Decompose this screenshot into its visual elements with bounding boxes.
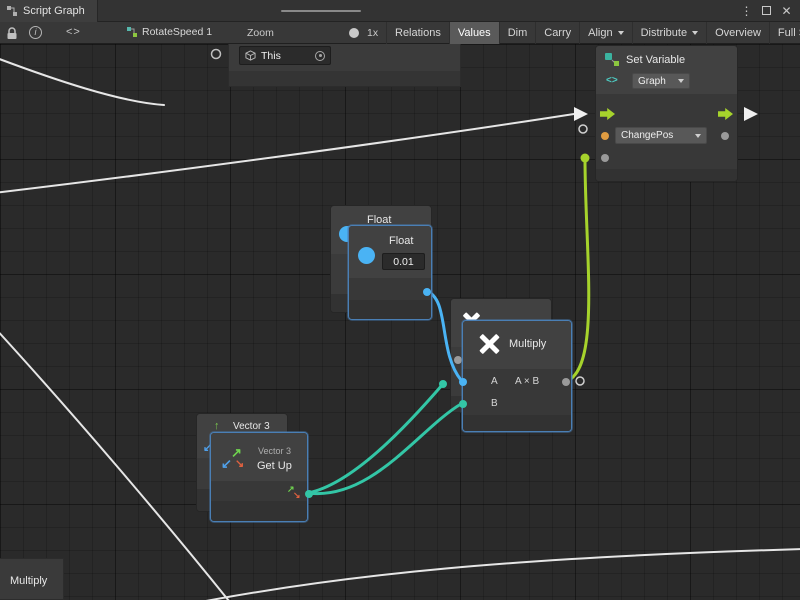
button-label: Full Screen	[778, 27, 800, 39]
toolbar-button-align[interactable]: Align	[579, 22, 631, 44]
node-title: Get Up	[257, 460, 292, 472]
zoom-value: 1x	[367, 27, 378, 39]
button-label: Dim	[508, 27, 528, 39]
toolbar-button-group: Relations Values Dim Carry Align Distrib…	[386, 22, 800, 44]
chevron-down-icon	[692, 31, 698, 35]
maximize-glyph	[762, 6, 771, 15]
button-label: Relations	[395, 27, 441, 39]
button-label: Distribute	[641, 27, 687, 39]
node-footer	[349, 300, 431, 319]
set-variable-icon	[604, 52, 620, 68]
toolbar-button-distribute[interactable]: Distribute	[632, 22, 706, 44]
graph-toolbar: i <> RotateSpeed 1 Zoom 1x Relations Val…	[0, 22, 800, 44]
arrow-down-right-icon: ↘	[293, 491, 301, 500]
toolbar-button-dim[interactable]: Dim	[499, 22, 536, 44]
flow-in-port[interactable]	[600, 108, 615, 120]
node-title: Multiply	[10, 575, 47, 587]
dropdown-value: ChangePos	[621, 130, 673, 141]
node-title: Float	[389, 235, 413, 247]
toolbar-button-fullscreen[interactable]: Full Screen	[769, 22, 800, 44]
cube-icon	[245, 50, 256, 61]
lock-icon[interactable]	[6, 27, 18, 40]
node-multiply-corner[interactable]: Multiply	[0, 558, 64, 600]
variable-kind-dropdown[interactable]: Graph	[632, 73, 690, 89]
info-icon[interactable]: i	[29, 26, 42, 39]
port-label-b: B	[491, 398, 498, 409]
float-icon	[358, 247, 375, 264]
chevron-down-icon	[618, 31, 624, 35]
dropdown-value: Graph	[638, 76, 666, 87]
node-title: Vector 3	[233, 421, 270, 432]
arrow-down-right-icon: ↘	[235, 459, 244, 470]
button-label: Align	[588, 27, 612, 39]
multiply-a-port[interactable]	[459, 378, 467, 386]
angle-brackets-icon[interactable]: <>	[66, 26, 81, 38]
tab-title: Script Graph	[23, 5, 85, 17]
variable-name-port[interactable]	[601, 132, 609, 140]
tab-script-graph[interactable]: Script Graph	[0, 0, 98, 22]
window-controls: ⋮ ✕	[739, 3, 800, 19]
button-label: Carry	[544, 27, 571, 39]
arrow-down-left-icon: ↙	[221, 457, 232, 470]
multiply-b-port[interactable]	[459, 400, 467, 408]
titlebar: Script Graph ⋮ ✕	[0, 0, 800, 22]
zoom-slider-knob[interactable]	[349, 28, 359, 38]
toolbar-button-values[interactable]: Values	[449, 22, 499, 44]
menu-icon[interactable]: ⋮	[739, 3, 754, 19]
value-out-port[interactable]	[721, 132, 729, 140]
node-title: Multiply	[509, 338, 546, 350]
node-multiply[interactable]: Multiply A A × B B	[462, 320, 572, 432]
flow-out-port[interactable]	[718, 108, 733, 120]
script-graph-icon	[6, 5, 18, 17]
graph-breadcrumb-icon	[126, 26, 138, 38]
node-title: Set Variable	[626, 54, 685, 66]
graph-breadcrumb[interactable]: RotateSpeed 1	[126, 26, 212, 38]
graph-kind-icon: <>	[606, 75, 618, 86]
graph-breadcrumb-label: RotateSpeed 1	[142, 26, 212, 38]
multiply-out-port[interactable]	[562, 378, 570, 386]
close-icon[interactable]: ✕	[779, 3, 794, 19]
this-node-panel[interactable]: This	[228, 44, 461, 87]
arrow-up-icon: ↑	[214, 421, 220, 432]
value-in-port[interactable]	[601, 154, 609, 162]
port-label-a: A	[491, 376, 498, 387]
node-footer	[211, 501, 307, 521]
variable-name-dropdown[interactable]: ChangePos	[615, 127, 707, 144]
node-footer	[463, 415, 571, 431]
node-set-variable[interactable]: Set Variable <> Graph ChangePos	[595, 45, 738, 182]
script-graph-window: Script Graph ⋮ ✕ i <> RotateSpeed 1 Zoom…	[0, 0, 800, 600]
chevron-down-icon	[678, 79, 684, 83]
chevron-down-icon	[695, 134, 701, 138]
toolbar-button-relations[interactable]: Relations	[386, 22, 449, 44]
node-float[interactable]: Float 0.01	[348, 225, 432, 320]
getup-out-port[interactable]	[305, 490, 313, 498]
object-picker-icon[interactable]	[315, 51, 325, 61]
button-label: Overview	[715, 27, 761, 39]
maximize-icon[interactable]	[759, 3, 774, 19]
zoom-label: Zoom	[247, 27, 274, 39]
button-label: Values	[458, 27, 491, 39]
zoom-slider[interactable]	[281, 10, 361, 12]
node-get-up[interactable]: ↗ ↙ ↘ Vector 3 Get Up ↗ ↘	[210, 432, 308, 522]
float-value-field[interactable]: 0.01	[382, 253, 425, 270]
node-type-label: Vector 3	[258, 446, 291, 456]
port-label-output: A × B	[515, 376, 539, 387]
float-out-port[interactable]	[423, 288, 431, 296]
multiply-icon	[477, 332, 501, 356]
this-object-field[interactable]: This	[239, 46, 331, 65]
node-footer	[596, 169, 737, 181]
toolbar-button-overview[interactable]: Overview	[706, 22, 769, 44]
toolbar-button-carry[interactable]: Carry	[535, 22, 579, 44]
float-value: 0.01	[393, 256, 413, 268]
this-field-label: This	[261, 50, 310, 62]
